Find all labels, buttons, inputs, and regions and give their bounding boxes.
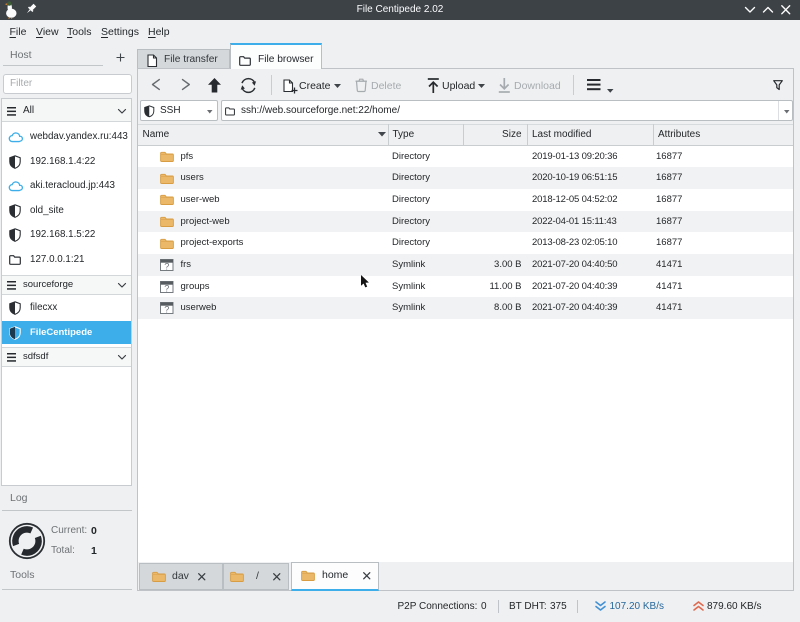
svg-text:?: ?: [164, 305, 169, 315]
svg-text:?: ?: [164, 283, 169, 293]
svg-text:?: ?: [164, 261, 169, 271]
